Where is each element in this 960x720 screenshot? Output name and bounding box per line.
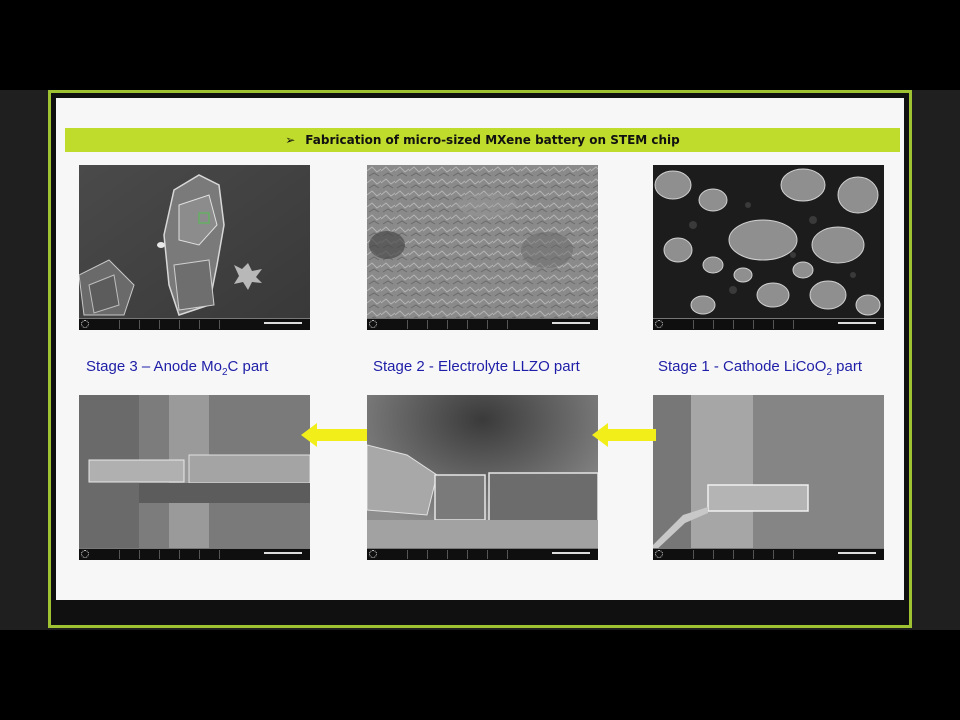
sem-info-bar	[79, 548, 310, 560]
left-arrow-icon	[301, 423, 367, 447]
slide-title: Fabrication of micro-sized MXene battery…	[305, 133, 680, 147]
sem-info-bar	[79, 318, 310, 330]
sem-info-bar	[653, 318, 884, 330]
sem-image-stage2-chip	[367, 395, 598, 560]
scale-bar	[264, 322, 302, 324]
microscope-logo-icon	[655, 320, 663, 328]
microscope-logo-icon	[369, 320, 377, 328]
scale-bar	[838, 322, 876, 324]
sem-image-stage3-chip	[79, 395, 310, 560]
sem-image-stage1-chip	[653, 395, 884, 560]
sem-image-electrolyte-surface	[367, 165, 598, 330]
slide: ➢ Fabrication of micro-sized MXene batte…	[56, 98, 904, 600]
scale-bar	[552, 552, 590, 554]
slide-frame: ➢ Fabrication of micro-sized MXene batte…	[48, 90, 912, 628]
sem-image-anode-particles	[79, 165, 310, 330]
microscope-logo-icon	[81, 320, 89, 328]
title-banner: ➢ Fabrication of micro-sized MXene batte…	[65, 128, 900, 152]
sem-info-bar	[367, 318, 598, 330]
sem-image-cathode-particles	[653, 165, 884, 330]
sem-info-bar	[653, 548, 884, 560]
sem-info-bar	[367, 548, 598, 560]
caption-stage2: Stage 2 - Electrolyte LLZO part	[373, 358, 580, 375]
left-arrow-icon	[592, 423, 656, 447]
scale-bar	[264, 552, 302, 554]
caption-stage1: Stage 1 - Cathode LiCoO2 part	[658, 358, 863, 378]
microscope-logo-icon	[81, 550, 89, 558]
microscope-logo-icon	[369, 550, 377, 558]
scale-bar	[552, 322, 590, 324]
arrowhead-bullet-icon: ➢	[285, 133, 296, 147]
microscope-logo-icon	[655, 550, 663, 558]
caption-stage3: Stage 3 – Anode Mo2C part	[86, 358, 269, 378]
scale-bar	[838, 552, 876, 554]
